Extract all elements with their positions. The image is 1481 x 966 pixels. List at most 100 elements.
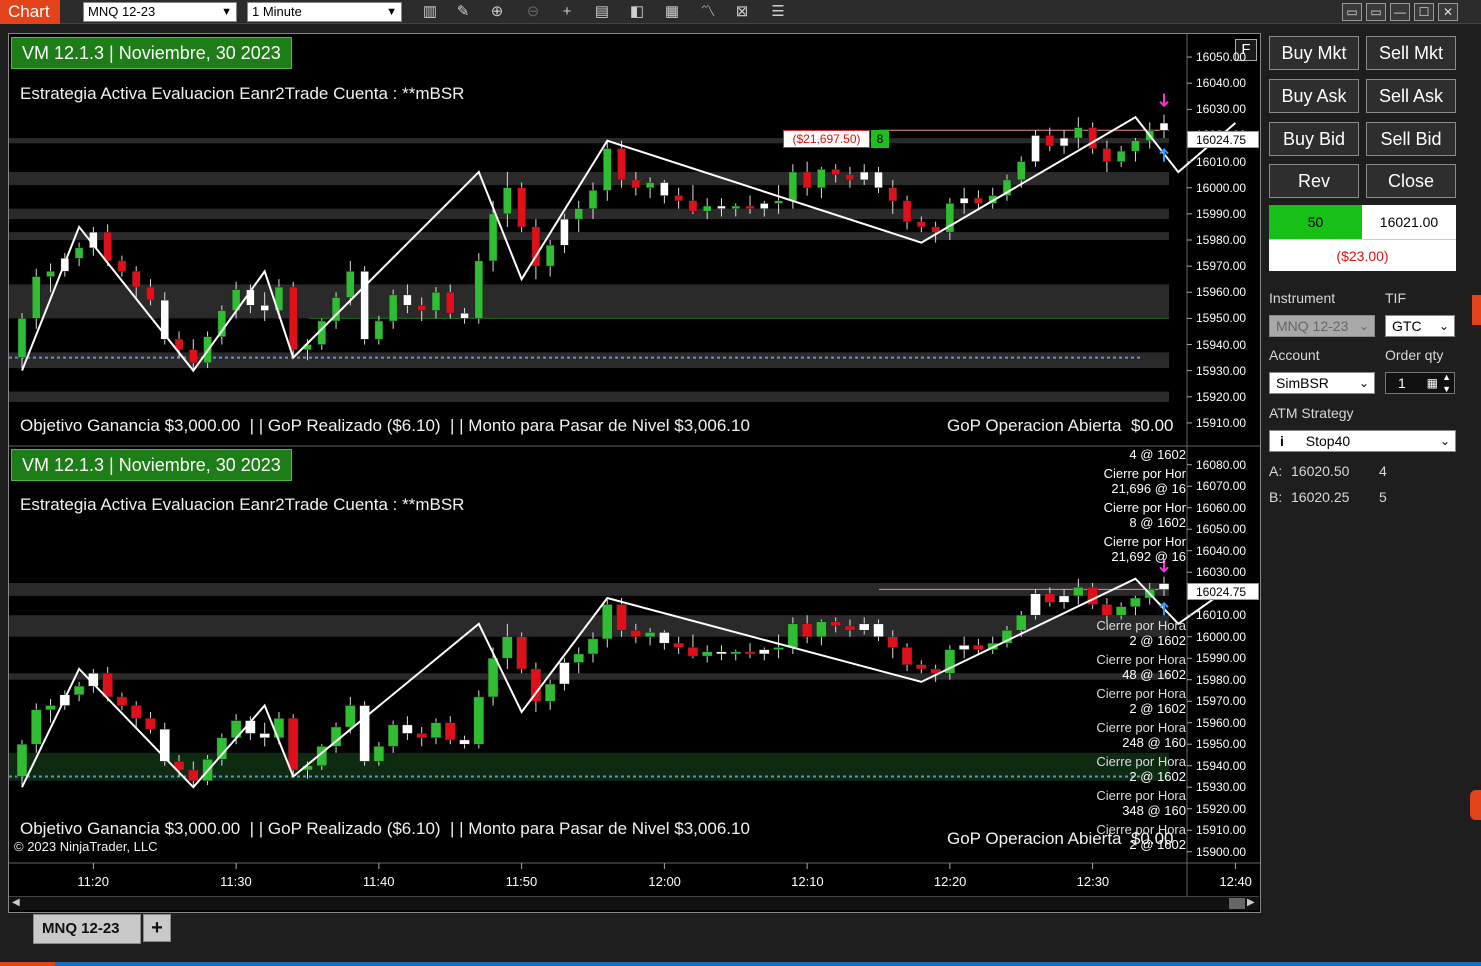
position-quantity[interactable]: 50 (1269, 205, 1362, 239)
time-axis-label: 12:20 (933, 874, 967, 889)
candle-body (645, 182, 655, 188)
price-axis-label: 16080.00 (1196, 457, 1247, 472)
price-axis-label: 15920.00 (1196, 801, 1247, 816)
instrument-field-value: MNQ 12-23 (1276, 318, 1349, 334)
execution-label: Cierre por Hora (1096, 788, 1186, 803)
price-axis-label: 15990.00 (1196, 651, 1247, 666)
order-qty-stepper[interactable]: 1 ▦ ▲ ▼ (1385, 372, 1455, 394)
buy-market-button[interactable]: Buy Mkt (1269, 36, 1359, 70)
data-box-icon[interactable]: ▤ (591, 2, 613, 22)
indicators-icon[interactable]: 〽 (697, 2, 719, 22)
scroll-thumb[interactable] (1229, 898, 1245, 909)
panel1-strategy-label: Estrategia Activa Evaluacion Eanr2Trade … (20, 84, 465, 103)
candle-body (1030, 593, 1041, 616)
candle-body (1158, 583, 1170, 590)
calculator-icon[interactable]: ▦ (1427, 373, 1438, 393)
atm-strategy-value: Stop40 (1305, 433, 1351, 449)
position-qty-tag[interactable]: 8 (871, 130, 889, 148)
bid-label: B: (1269, 489, 1283, 505)
taskbar-accent (0, 962, 55, 966)
candle-body (16, 743, 28, 777)
candle-body (816, 621, 827, 637)
close-icon[interactable]: ✕ (1438, 3, 1458, 21)
interval-selector[interactable]: 1 Minute ▼ (247, 2, 402, 22)
execution-label: 48 @ 1602 (1122, 667, 1186, 682)
candle-body (288, 286, 298, 351)
zoom-out-icon[interactable]: ⊖ (522, 2, 544, 22)
close-position-button[interactable]: Close (1366, 164, 1456, 198)
maximize-icon[interactable]: ☐ (1414, 3, 1434, 21)
bar-type-icon[interactable]: ▥ (419, 2, 441, 22)
zone-band (9, 391, 1169, 403)
properties-icon[interactable]: ◧ (626, 2, 648, 22)
tile-icon[interactable]: ▭ (1342, 3, 1362, 21)
price-axis-label: 15930.00 (1196, 363, 1247, 378)
candle-body (1031, 135, 1040, 162)
horizontal-scrollbar[interactable]: ◀ ▶ (9, 896, 1259, 910)
price-axis-label: 16030.00 (1196, 565, 1247, 580)
tif-select[interactable]: GTC ⌄ (1385, 315, 1455, 337)
candle-body (730, 651, 741, 655)
execution-label: Cierre por Hor (1103, 500, 1186, 515)
order-qty-value: 1 (1398, 375, 1406, 391)
crosshair-icon[interactable]: + (556, 2, 578, 22)
sell-ask-button[interactable]: Sell Ask (1366, 79, 1456, 113)
candle-body (32, 276, 41, 319)
price-axis-label: 16040.00 (1196, 543, 1247, 558)
candle-body (188, 769, 199, 782)
price-axis-label: 16040.00 (1196, 76, 1247, 91)
sell-bid-button[interactable]: Sell Bid (1366, 122, 1456, 156)
execution-label: 2 @ 1602 (1129, 769, 1186, 784)
chart-trader-icon[interactable]: ☰ (767, 2, 789, 22)
tif-label: TIF (1385, 290, 1406, 306)
atm-strategy-select[interactable]: i Stop40 ⌄ (1269, 430, 1456, 452)
sell-market-button[interactable]: Sell Mkt (1366, 36, 1456, 70)
candle-body (916, 664, 927, 670)
candle-body (688, 200, 698, 212)
price-axis-label: 15920.00 (1196, 389, 1247, 404)
buy-ask-button[interactable]: Buy Ask (1269, 79, 1359, 113)
add-tab-button[interactable]: + (143, 914, 171, 942)
minimize-icon[interactable]: — (1390, 3, 1410, 21)
price-axis-label: 15940.00 (1196, 337, 1247, 352)
price-axis-label: 16030.00 (1196, 102, 1247, 117)
templates-icon[interactable]: ▦ (661, 2, 683, 22)
time-axis-label: 11:50 (505, 874, 538, 889)
candle-body (1116, 150, 1126, 162)
pencil-icon[interactable]: ✎ (452, 2, 474, 22)
zoom-in-icon[interactable]: ⊕ (486, 2, 508, 22)
time-axis-label: 12:10 (791, 874, 824, 889)
candle-body (845, 174, 855, 181)
candle-body (459, 739, 470, 745)
execution-label: Cierre por Hora (1096, 618, 1186, 633)
candle-body (1131, 140, 1140, 152)
candle-body (402, 724, 413, 734)
tab-mnq-12-23[interactable]: MNQ 12-23 (33, 914, 141, 944)
tile-icon[interactable]: ▭ (1366, 3, 1386, 21)
execution-label: 21,696 @ 16 (1111, 481, 1186, 496)
account-label: Account (1269, 347, 1320, 363)
account-select[interactable]: SimBSR ⌄ (1269, 372, 1375, 394)
candle-body (116, 696, 128, 706)
instrument-field[interactable]: MNQ 12-23 ⌄ (1269, 315, 1375, 337)
execution-label: 2 @ 1602 (1129, 633, 1186, 648)
chart-frame[interactable]: VM 12.1.3 | Noviembre, 30 2023 Estrategi… (8, 33, 1261, 913)
interval-selector-value: 1 Minute (252, 4, 302, 19)
candle-body (887, 636, 899, 648)
scroll-right-icon[interactable]: ▶ (1247, 897, 1255, 908)
candle-body (502, 636, 513, 659)
candle-body (701, 651, 713, 657)
buy-bid-button[interactable]: Buy Bid (1269, 122, 1359, 156)
candle-body (17, 318, 27, 358)
scroll-left-icon[interactable]: ◀ (12, 897, 20, 908)
position-avg-price: 16021.00 (1362, 205, 1456, 239)
reverse-button[interactable]: Rev (1269, 164, 1359, 198)
chart-trader-panel: Buy Mkt Sell Mkt Buy Ask Sell Ask Buy Bi… (1262, 33, 1462, 913)
ask-label: A: (1269, 463, 1283, 479)
candle-body (1130, 597, 1141, 607)
stepper-arrows-icon[interactable]: ▲ ▼ (1442, 371, 1451, 395)
strategies-icon[interactable]: ⊠ (731, 2, 753, 22)
candle-body (817, 169, 826, 188)
candle-body (130, 705, 142, 719)
instrument-selector[interactable]: MNQ 12-23 ▼ (83, 2, 237, 22)
